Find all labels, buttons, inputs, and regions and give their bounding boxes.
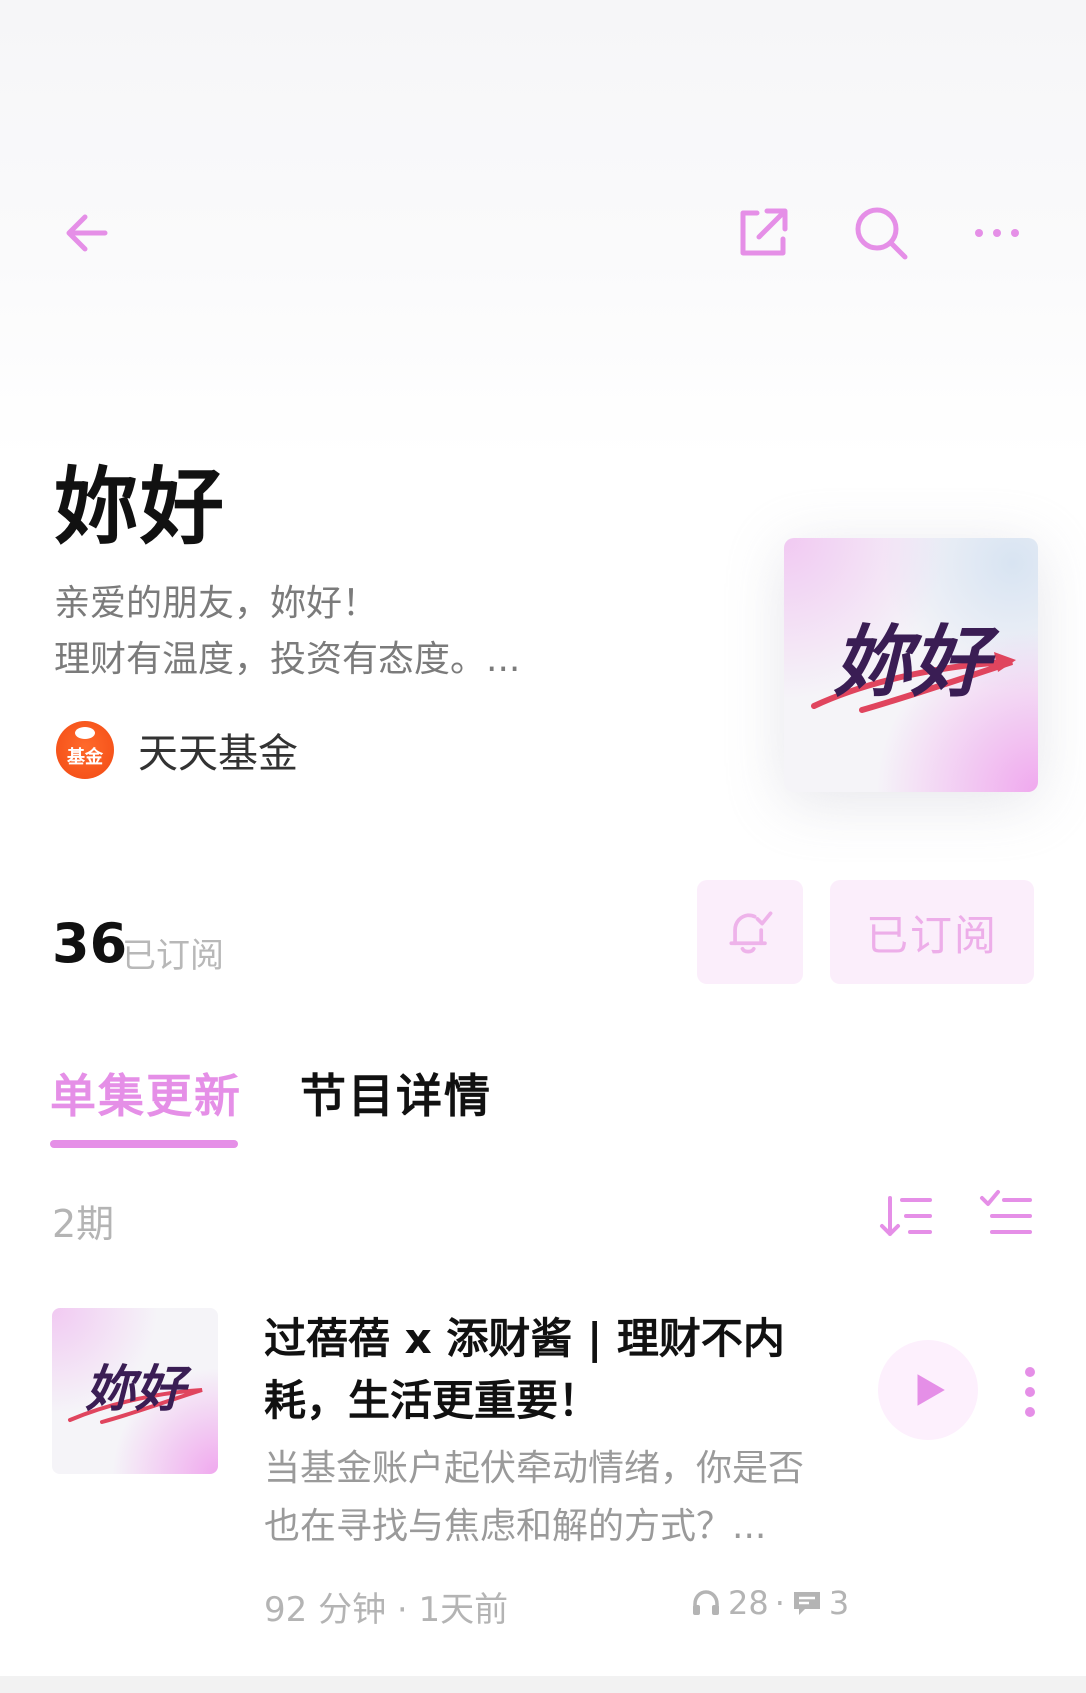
active-tab-indicator (50, 1140, 238, 1148)
episode-cover[interactable]: 妳好 (52, 1308, 218, 1474)
more-vertical-icon (1025, 1367, 1035, 1417)
search-button[interactable] (846, 198, 916, 268)
description-line: 理财有温度，投资有态度。... (54, 639, 521, 680)
arrow-left-icon (66, 214, 108, 252)
search-icon (855, 207, 908, 260)
subscriber-count: 36 (52, 912, 128, 975)
share-button[interactable] (728, 198, 798, 268)
author-avatar: 基金 (56, 721, 114, 779)
author-avatar-text: 基金 (67, 747, 103, 768)
tab-episodes[interactable]: 单集更新 (50, 1060, 242, 1126)
episode-title-line: 过蓓蓓 x 添财酱 | 理财不内 (264, 1314, 785, 1363)
comment-count: 3 (828, 1584, 850, 1622)
tab-details[interactable]: 节目详情 (300, 1060, 492, 1126)
sort-button[interactable] (878, 1188, 934, 1244)
cover-title-text: 妳好 (85, 1359, 185, 1418)
author-name: 天天基金 (138, 731, 298, 777)
episode-description-line: 当基金账户起伏牵动情绪，你是否 (264, 1448, 805, 1489)
podcast-cover: 妳好 (784, 538, 1038, 792)
play-count: 28 (728, 1584, 769, 1622)
bottom-divider (0, 1676, 1086, 1693)
play-icon (917, 1374, 945, 1406)
episode-description-line: 也在寻找与焦虑和解的方式？... (264, 1506, 767, 1547)
episode-more-button[interactable] (1018, 1362, 1042, 1422)
cover-title-text: 妳好 (832, 617, 989, 708)
sort-icon (880, 1196, 932, 1236)
notification-bell-button[interactable] (697, 880, 803, 984)
header-background (0, 0, 1086, 460)
episode-duration-date: 92 分钟 · 1天前 (264, 1590, 509, 1630)
podcast-description[interactable]: 亲爱的朋友，妳好！ 理财有温度，投资有态度。... (54, 576, 614, 688)
stats-separator: · (774, 1584, 785, 1622)
play-button[interactable] (878, 1340, 978, 1440)
subscriber-label: 已订阅 (122, 936, 224, 976)
episode-title-line: 耗，生活更重要！ (264, 1376, 601, 1425)
back-button[interactable] (52, 198, 122, 268)
episode-description: 当基金账户起伏牵动情绪，你是否 也在寻找与焦虑和解的方式？... (264, 1440, 854, 1556)
more-horizontal-icon (975, 229, 1019, 237)
bell-check-icon (729, 911, 773, 954)
external-share-icon (740, 208, 788, 256)
episode-stats: 28 · 3 (690, 1584, 849, 1622)
select-episodes-button[interactable] (978, 1188, 1034, 1244)
headphones-icon (693, 1590, 719, 1615)
description-line: 亲爱的朋友，妳好！ (54, 583, 379, 624)
subscribed-button[interactable]: 已订阅 (830, 880, 1034, 984)
episode-count: 2期 (52, 1202, 115, 1246)
episode-title[interactable]: 过蓓蓓 x 添财酱 | 理财不内 耗，生活更重要！ (264, 1308, 824, 1432)
checklist-icon (980, 1190, 1032, 1234)
more-button[interactable] (962, 198, 1032, 268)
author-row[interactable]: 基金 天天基金 (56, 720, 298, 780)
comment-icon (793, 1592, 820, 1615)
podcast-title: 妳好 (54, 458, 227, 556)
avatar-tag-shape (75, 727, 95, 739)
